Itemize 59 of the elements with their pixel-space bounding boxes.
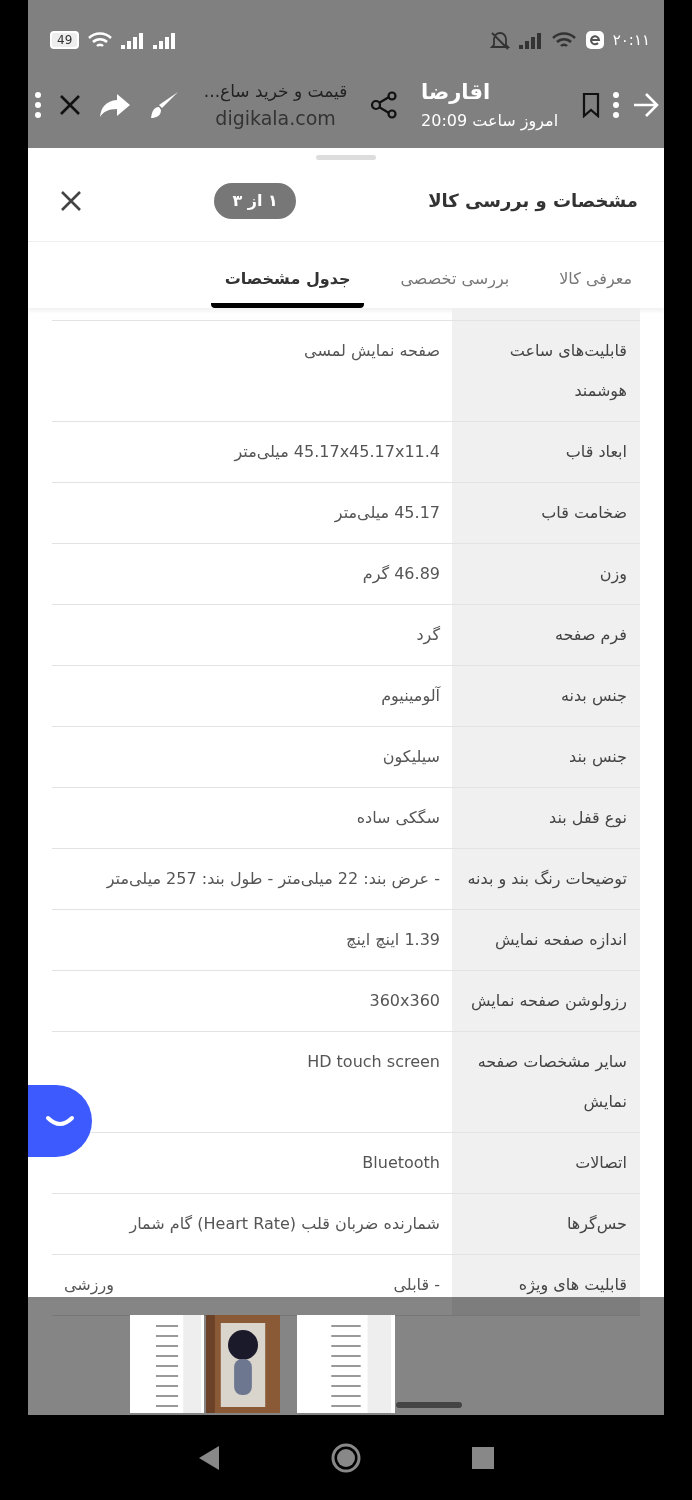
signal-icon xyxy=(153,31,178,49)
spec-label: وزن xyxy=(452,544,640,604)
spec-value: گرد xyxy=(416,625,440,644)
page-title: قیمت و خرید ساع... xyxy=(203,79,348,104)
spec-label: سایر مشخصات صفحه نمایش xyxy=(452,1032,640,1132)
spec-label: قابلیت‌های ساعت هوشمند xyxy=(452,321,640,421)
sender-name: اقارضا xyxy=(421,79,491,107)
tab[interactable]: جدول مشخصات xyxy=(210,253,365,308)
spec-value: - قابلی xyxy=(393,1274,440,1296)
spec-value: HD touch screen xyxy=(307,1052,440,1071)
spec-value: 45.17 میلی‌متر xyxy=(334,503,440,522)
scrollbar xyxy=(396,1402,462,1408)
message-time: امروز ساعت 20:09 xyxy=(421,109,559,133)
spec-label: نوع قفل بند xyxy=(452,788,640,848)
signal-icon xyxy=(121,31,146,49)
spec-label: فرم صفحه xyxy=(452,605,640,665)
spec-label: جنس بدنه xyxy=(452,666,640,726)
spec-value: سگکی ساده xyxy=(356,808,440,827)
sheet-title: مشخصات و بررسی کالا xyxy=(428,189,638,214)
back-button[interactable] xyxy=(198,1444,220,1471)
browser-icon xyxy=(584,30,605,50)
smile-icon xyxy=(45,1114,75,1129)
spec-label: توضیحات رنگ بند و بدنه xyxy=(452,849,640,909)
page-counter: ۱ از ۳ xyxy=(214,182,296,219)
spec-label: حس‌گرها xyxy=(452,1194,640,1254)
page-domain: digikala.com xyxy=(215,105,336,131)
chat-button[interactable] xyxy=(28,1085,92,1157)
spec-label: ابعاد قاب xyxy=(452,422,640,482)
home-button[interactable] xyxy=(330,1441,362,1474)
tab[interactable]: بررسی تخصصی xyxy=(386,253,524,308)
spec-label: قابلیت های ویژه xyxy=(452,1255,640,1315)
spec-value: 45.17x45.17x11.4 میلی‌متر xyxy=(234,442,440,461)
battery-level: 49 xyxy=(50,31,80,49)
home-icon xyxy=(330,1441,362,1474)
spec-value: 360x360 xyxy=(369,991,440,1010)
spec-value: - عرض بند: 22 میلی‌متر - طول بند: 257 میلی‌متر xyxy=(106,869,440,888)
spec-value: 1.39 اینچ اینچ xyxy=(346,930,440,949)
muted-bell-icon xyxy=(488,30,511,50)
spec-value: آلومینیوم xyxy=(381,686,440,705)
spec-label: رزولوشن صفحه نمایش xyxy=(452,971,640,1031)
close-icon xyxy=(60,189,82,212)
close-button[interactable] xyxy=(60,189,82,212)
spec-label: اندازه صفحه نمایش xyxy=(452,910,640,970)
spec-value: Bluetooth xyxy=(362,1153,440,1172)
spec-label: اتصالات xyxy=(452,1133,640,1193)
back-icon xyxy=(198,1444,220,1471)
spec-value: شمارنده ضربان قلب (Heart Rate) گام شمار xyxy=(129,1214,440,1233)
signal-icon xyxy=(518,31,543,49)
spec-value: ورزشی xyxy=(64,1274,114,1297)
spec-value: سیلیکون xyxy=(382,747,440,766)
spec-value: صفحه نمایش لمسی xyxy=(304,341,440,360)
spec-label: ضخامت قاب xyxy=(452,483,640,543)
clock-time: ۲۰:۱۱ xyxy=(612,29,650,51)
drag-handle[interactable] xyxy=(316,155,376,160)
recents-icon xyxy=(472,1446,494,1469)
tab[interactable]: معرفی کالا xyxy=(545,253,646,308)
spec-label: جنس بند xyxy=(452,727,640,787)
recents-button[interactable] xyxy=(472,1446,494,1469)
spec-value: 46.89 گرم xyxy=(362,564,440,583)
